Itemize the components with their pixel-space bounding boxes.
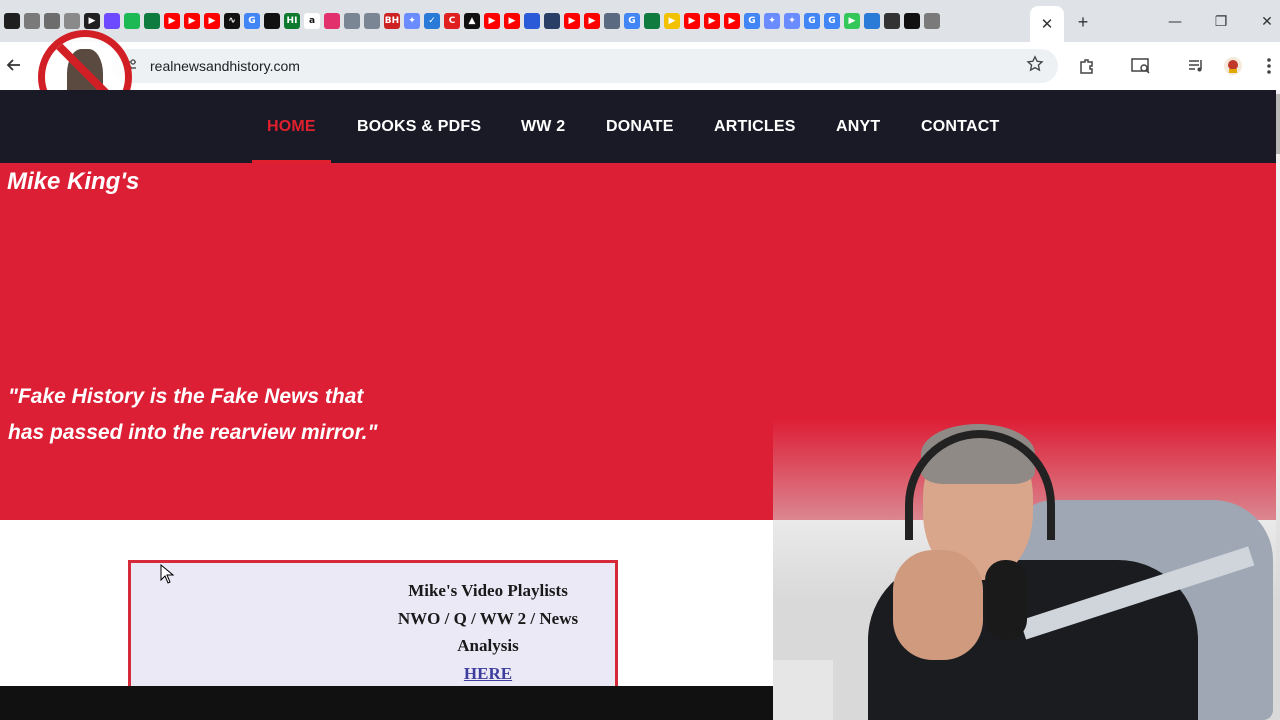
webcam-overlay (773, 420, 1280, 720)
tab-favicon-play-icon[interactable]: ▶ (84, 13, 100, 29)
site-title: Mike King's (7, 168, 140, 195)
media-control-icon[interactable] (1184, 54, 1208, 78)
tab-favicon-c-icon[interactable]: C (444, 13, 460, 29)
tab-favicon-a-icon[interactable] (24, 13, 40, 29)
desk-object (773, 660, 833, 720)
tab-favicon-check-icon[interactable]: ✓ (424, 13, 440, 29)
nav-articles[interactable]: ARTICLES (714, 118, 796, 136)
tab-favicon-youtube-icon[interactable]: ▶ (724, 13, 740, 29)
tab-favicon-youtube-icon[interactable]: ▶ (684, 13, 700, 29)
tab-favicon-arrow-icon[interactable]: ▲ (464, 13, 480, 29)
extensions-icon[interactable] (1075, 54, 1099, 78)
tab-favicon-cat-icon[interactable] (544, 13, 560, 29)
back-arrow-icon[interactable] (3, 54, 25, 76)
tab-favicon-youtube-icon[interactable]: ▶ (564, 13, 580, 29)
tab-favicon-bh-icon[interactable]: BH (384, 13, 400, 29)
tab-favicon-youtube-icon[interactable]: ▶ (204, 13, 220, 29)
nav-home[interactable]: HOME (267, 118, 316, 136)
playlist-here-link[interactable]: HERE (464, 664, 512, 683)
tab-search-icon[interactable] (1129, 54, 1153, 78)
quote-line-2: has passed into the rearview mirror." (8, 421, 378, 444)
nav-donate[interactable]: DONATE (606, 118, 674, 136)
more-menu-icon[interactable] (1257, 54, 1280, 78)
tab-favicon-youtube-icon[interactable]: ▶ (504, 13, 520, 29)
tab-favicon-google-icon[interactable]: G (824, 13, 840, 29)
playlist-line-1: Mike's Video Playlists (408, 581, 568, 600)
site-navigation: HOME BOOKS & PDFS WW 2 DONATE ARTICLES A… (0, 90, 1276, 163)
tab-favicon-wave-icon[interactable]: ∿ (224, 13, 240, 29)
pinned-tabs: ▶ ▶ ▶ ▶ ∿ G HI a BH ✦ ✓ C ▲ ▶ ▶ ▶ ▶ G ▶ ▶ ▶ ▶ G ✦ ✦ G G ▶ (0, 0, 940, 42)
tab-favicon-globe-icon[interactable] (524, 13, 540, 29)
tab-favicon-square-icon[interactable] (264, 13, 280, 29)
tab-favicon-chart-icon[interactable] (644, 13, 660, 29)
tab-favicon-gemini-icon[interactable]: ✦ (784, 13, 800, 29)
tab-favicon-youtube-icon[interactable]: ▶ (164, 13, 180, 29)
profile-avatar-icon[interactable] (1221, 54, 1245, 78)
tab-favicon-yellow-icon[interactable]: ▶ (664, 13, 680, 29)
tab-favicon-youtube-icon[interactable]: ▶ (584, 13, 600, 29)
nav-anyt[interactable]: ANYT (836, 118, 880, 136)
tab-favicon-g-icon[interactable] (44, 13, 60, 29)
microphone-icon (985, 560, 1027, 640)
tab-favicon-proton-icon[interactable] (104, 13, 120, 29)
tab-favicon-instagram-icon[interactable] (324, 13, 340, 29)
close-window-button[interactable]: ✕ (1255, 10, 1279, 34)
close-tab-icon[interactable]: ✕ (1041, 15, 1054, 33)
tab-favicon-youtube-icon[interactable]: ▶ (184, 13, 200, 29)
tab-favicon-google-icon[interactable]: G (744, 13, 760, 29)
nav-contact[interactable]: CONTACT (921, 118, 999, 136)
tab-favicon-vpn-icon[interactable] (604, 13, 620, 29)
tab-favicon-chart-icon[interactable] (144, 13, 160, 29)
new-tab-button[interactable]: + (1072, 11, 1094, 33)
tab-favicon-google-icon[interactable]: G (624, 13, 640, 29)
nav-books-pdfs[interactable]: BOOKS & PDFS (357, 118, 481, 136)
maximize-button[interactable]: ❐ (1209, 10, 1233, 34)
nav-ww2[interactable]: WW 2 (521, 118, 565, 136)
playlist-line-2: NWO / Q / WW 2 / News (397, 608, 579, 628)
tab-favicon-grid-icon[interactable] (344, 13, 360, 29)
tab-favicon-hi-icon[interactable]: HI (284, 13, 300, 29)
browser-toolbar: realnewsandhistory.com (0, 42, 1280, 90)
tab-favicon-spotify-icon[interactable] (124, 13, 140, 29)
tab-favicon-x-icon[interactable] (904, 13, 920, 29)
tab-favicon-globe-icon[interactable] (924, 13, 940, 29)
tab-favicon-gemini-icon[interactable]: ✦ (764, 13, 780, 29)
playlist-text: Mike's Video Playlists NWO / Q / WW 2 / … (375, 577, 601, 687)
tab-favicon-gemini-icon[interactable]: ✦ (404, 13, 420, 29)
presenter-hand (893, 550, 983, 660)
tab-favicon-google-icon[interactable]: G (244, 13, 260, 29)
minimize-button[interactable]: — (1163, 10, 1187, 34)
address-bar[interactable]: realnewsandhistory.com (112, 49, 1058, 83)
mouse-cursor-icon (160, 564, 174, 584)
video-playlists-box: Mike's Video Playlists NWO / Q / WW 2 / … (128, 560, 618, 700)
tab-favicon-green-icon[interactable]: ▶ (844, 13, 860, 29)
scrollbar-thumb[interactable] (1276, 94, 1280, 154)
tab-favicon-youtube-icon[interactable]: ▶ (484, 13, 500, 29)
tab-favicon-grid-icon[interactable] (364, 13, 380, 29)
tab-favicon-amazon-icon[interactable]: a (304, 13, 320, 29)
tab-favicon-i-icon[interactable] (64, 13, 80, 29)
url-text[interactable]: realnewsandhistory.com (150, 58, 300, 74)
tab-strip: ▶ ▶ ▶ ▶ ∿ G HI a BH ✦ ✓ C ▲ ▶ ▶ ▶ ▶ G ▶ ▶ ▶ ▶ G ✦ ✦ G G ▶ ✕ + — ❐ ✕ (0, 0, 1280, 42)
hero-quote: "Fake History is the Fake News that has … (8, 379, 428, 451)
tab-favicon-google-icon[interactable]: G (804, 13, 820, 29)
tab-favicon-museum-icon[interactable] (884, 13, 900, 29)
video-bottom-bar (0, 686, 775, 720)
tab-favicon-perplexity-icon[interactable] (4, 13, 20, 29)
quote-line-1: "Fake History is the Fake News that (8, 385, 364, 408)
playlist-line-3: Analysis (457, 636, 519, 655)
bookmark-star-icon[interactable] (1026, 55, 1044, 78)
tab-favicon-blue-icon[interactable] (864, 13, 880, 29)
active-tab[interactable]: ✕ (1030, 6, 1064, 42)
tab-favicon-youtube-icon[interactable]: ▶ (704, 13, 720, 29)
